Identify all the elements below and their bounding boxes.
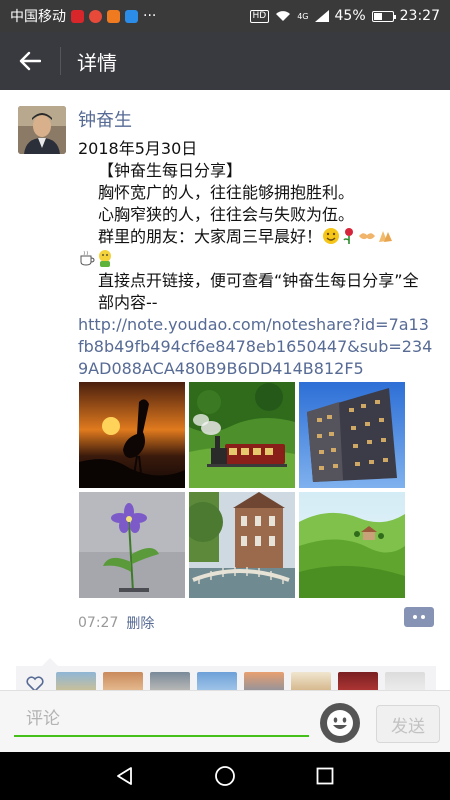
- comment-bar: 发送: [0, 690, 450, 752]
- author-name[interactable]: 钟奋生: [78, 106, 132, 132]
- modern-building-photo[interactable]: [299, 382, 405, 488]
- hd-icon: HD: [249, 9, 270, 23]
- post-greeting-line: 群里的朋友：大家周三早晨好！: [78, 226, 433, 248]
- dot-icon: [413, 615, 417, 619]
- app-notification-icon: [71, 9, 84, 23]
- bridge-house-photo[interactable]: [189, 492, 295, 598]
- coffee-emoji-icon: [80, 250, 95, 266]
- emoji-button[interactable]: [320, 703, 360, 743]
- post-heading: 【钟奋生每日分享】: [98, 161, 243, 180]
- status-bar: 中国移动 ··· HD 4G 45% 23:27: [0, 0, 450, 32]
- handshake-emoji-icon: [359, 233, 376, 240]
- nav-divider: [60, 47, 61, 75]
- purple-flower-photo[interactable]: [79, 492, 185, 598]
- system-back-button[interactable]: [105, 756, 145, 796]
- post-emoji-line: [78, 248, 433, 270]
- wifi-icon: [276, 11, 291, 21]
- page-title: 详情: [77, 50, 117, 75]
- youdao-note-link[interactable]: http://note.youdao.com/noteshare?id=7a13…: [78, 314, 433, 380]
- smiling-character-emoji-icon: [99, 250, 111, 267]
- clock: 23:27: [399, 8, 440, 24]
- carrier-name: 中国移动: [10, 9, 66, 25]
- moment-detail: 钟奋生 2018年5月30日 【钟奋生每日分享】 胸怀宽广的人，往往能够拥抱胜利…: [0, 90, 450, 700]
- system-home-button[interactable]: [205, 756, 245, 796]
- send-button[interactable]: 发送: [376, 705, 440, 743]
- comment-input[interactable]: [14, 703, 309, 737]
- delete-button[interactable]: 删除: [126, 613, 154, 633]
- signal-icon: [314, 10, 329, 22]
- post-date-line: 2018年5月30日: [78, 139, 198, 158]
- battery-percent: 45%: [334, 8, 366, 24]
- clapping-hands-emoji-icon: [379, 231, 393, 242]
- steam-train-photo[interactable]: [189, 382, 295, 488]
- arrow-left-icon: [19, 51, 41, 71]
- crane-sunset-photo[interactable]: [79, 382, 185, 488]
- post-greeting: 群里的朋友：大家周三早晨好！: [98, 227, 323, 246]
- system-navigation-bar: [0, 752, 450, 800]
- more-actions-button[interactable]: [404, 607, 434, 627]
- post-line: 心胸窄狭的人，往往会与失败为伍。: [98, 205, 355, 224]
- post-text: 2018年5月30日 【钟奋生每日分享】 胸怀宽广的人，往往能够拥抱胜利。 心胸…: [78, 138, 433, 380]
- photo-grid: [79, 382, 409, 598]
- post-line: 胸怀宽广的人，往往能够拥抱胜利。: [98, 183, 355, 202]
- rose-emoji-icon: [343, 228, 354, 244]
- post-time: 07:27: [78, 615, 119, 631]
- more-notifications-icon: ···: [143, 8, 157, 24]
- green-hills-photo[interactable]: [299, 492, 405, 598]
- smile-emoji-icon: [323, 228, 340, 244]
- triangle-back-icon: [117, 767, 132, 785]
- back-button[interactable]: [0, 32, 60, 90]
- battery-fill: [373, 12, 382, 20]
- author-avatar[interactable]: [18, 106, 66, 154]
- app-notification-icon: [107, 9, 120, 23]
- system-recents-button[interactable]: [305, 756, 345, 796]
- circle-home-icon: [215, 766, 235, 786]
- smiley-face-icon: [327, 710, 353, 736]
- battery-icon: [371, 10, 396, 22]
- dot-icon: [421, 615, 425, 619]
- post-line: 直接点开链接，便可查看“钟奋生每日分享”全部内容--: [98, 271, 419, 312]
- app-notification-icon: [125, 9, 138, 23]
- likes-notch: [42, 658, 58, 666]
- post-meta: 07:27 删除: [78, 613, 438, 633]
- square-recents-icon: [316, 767, 334, 785]
- title-bar: 详情: [0, 32, 450, 90]
- app-notification-icon: [89, 9, 102, 23]
- network-type: 4G: [297, 11, 309, 21]
